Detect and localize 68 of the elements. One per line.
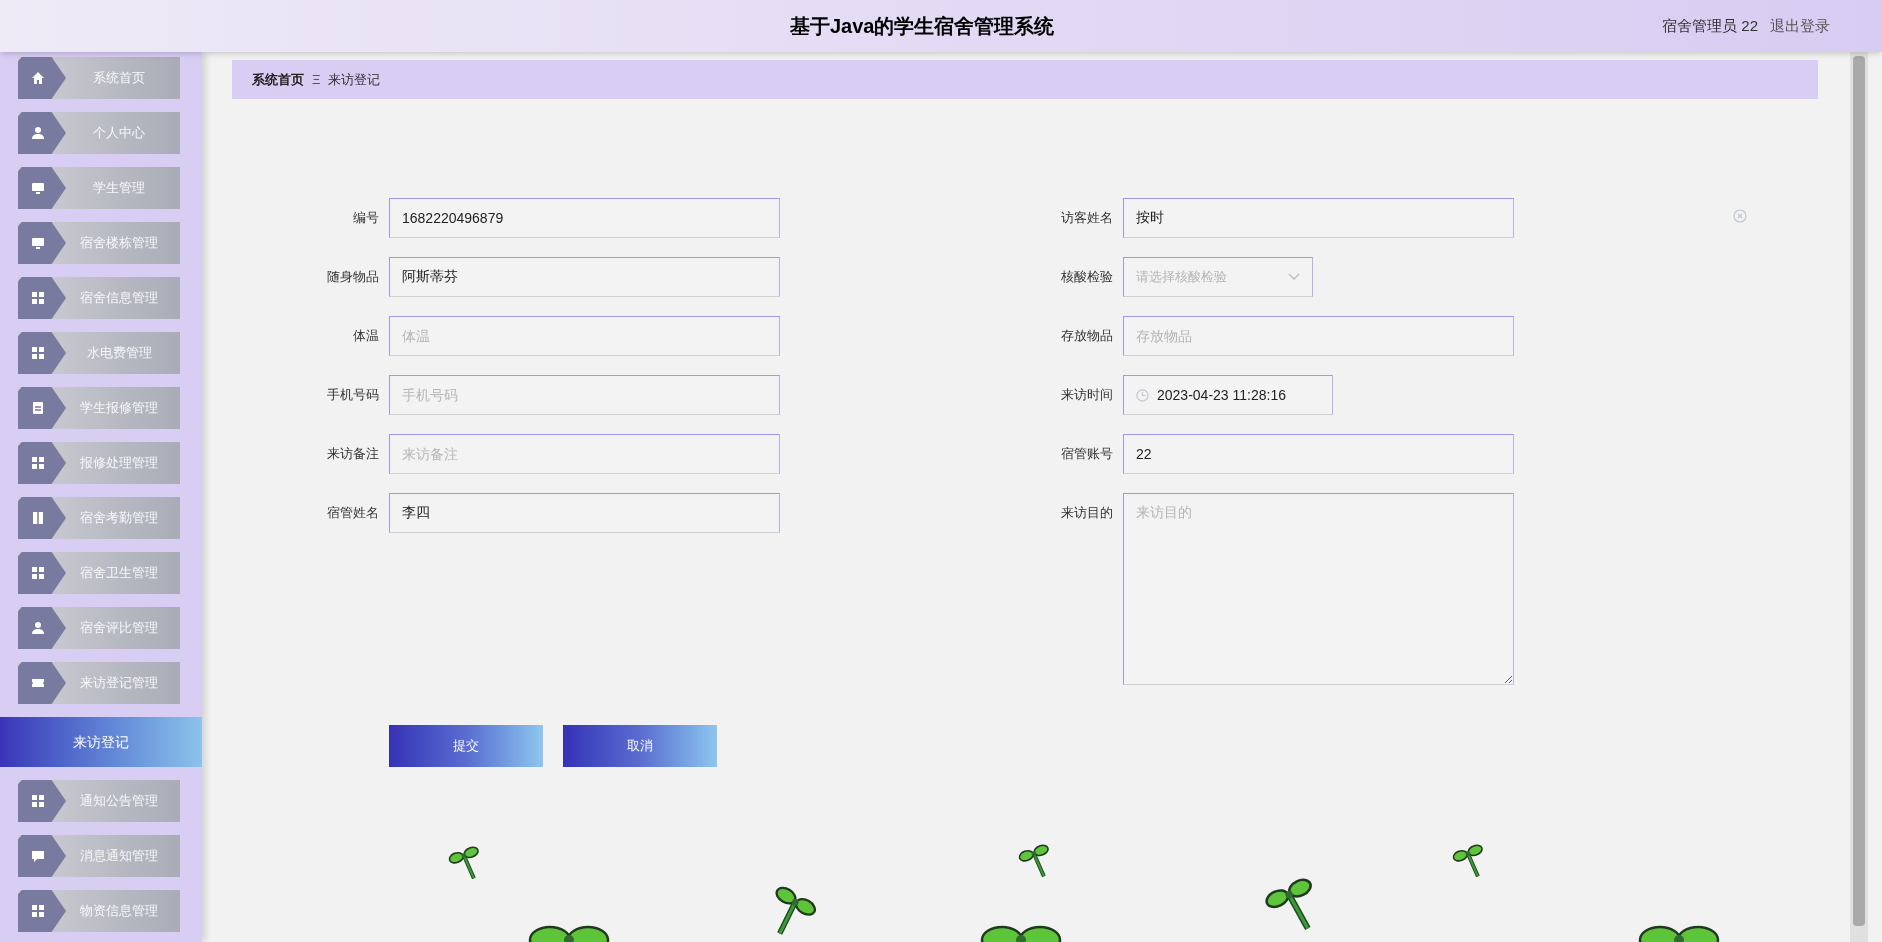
user-icon [30,620,46,636]
sidebar-item[interactable]: 物资信息管理 [18,890,180,932]
input-field[interactable]: 1682220496879 [389,198,780,238]
sidebar-item[interactable]: 报修处理管理 [18,442,180,484]
grid-icon [30,345,46,361]
chevron-down-icon [1288,273,1300,281]
field-label: 来访时间 [1060,386,1114,404]
input-field[interactable]: 手机号码 [389,375,780,415]
field-label: 核酸检验 [1060,268,1114,286]
field-label: 手机号码 [326,386,380,404]
home-icon [30,70,46,86]
grid-icon [30,290,46,306]
breadcrumb-separator: Ξ [312,70,321,89]
field-label: 宿管姓名 [326,504,380,522]
input-field[interactable]: 来访备注 [389,434,780,474]
sidebar-item[interactable]: 学生管理 [18,167,180,209]
propeller-icon [1638,924,1720,942]
grid-icon [30,903,46,919]
monitor-icon [30,180,46,196]
breadcrumb-link[interactable]: 系统首页 [252,69,304,90]
select-field[interactable]: 请选择核酸检验 [1123,257,1313,297]
input-field[interactable]: 存放物品 [1123,316,1514,356]
sidebar-item[interactable]: 来访登记 [0,717,202,767]
monitor-icon [30,235,46,251]
breadcrumb-link[interactable]: 来访登记 [328,69,381,90]
input-field[interactable]: 22 [1123,434,1514,474]
field-label: 来访备注 [326,445,380,463]
text-area[interactable]: 来访目的 [1123,493,1514,685]
user-label: 宿舍管理员 22 [1662,15,1758,36]
sidebar-item[interactable]: 宿舍信息管理 [18,277,180,319]
user-icon [30,125,46,141]
app-title: 基于Java的学生宿舍管理系统 [790,14,1055,39]
clock-icon [1136,388,1149,402]
clear-icon[interactable] [1733,209,1747,223]
sidebar-item[interactable]: 来访登记管理 [18,662,180,704]
input-field[interactable]: 阿斯蒂芬 [389,257,780,297]
form-button[interactable]: 提交 [389,725,543,767]
sidebar-item[interactable]: 消息通知管理 [18,835,180,877]
sidebar-item[interactable]: 水电费管理 [18,332,180,374]
scrollbar-thumb[interactable] [1853,56,1865,926]
sidebar-item[interactable]: 个人中心 [18,112,180,154]
field-label: 访客姓名 [1060,209,1114,227]
date-time-field[interactable]: 2023-04-23 11:28:16 [1123,375,1333,415]
field-label: 存放物品 [1060,327,1114,345]
clipboard-icon [30,400,46,416]
input-field[interactable]: 李四 [389,493,780,533]
logout-link[interactable]: 退出登录 [1770,14,1830,38]
form-button[interactable]: 取消 [563,725,717,767]
grid-icon [30,793,46,809]
field-label: 随身物品 [326,268,380,286]
sidebar-item[interactable]: 系统首页 [18,57,180,99]
field-label: 来访目的 [1060,504,1114,522]
input-field[interactable]: 体温 [389,316,780,356]
sidebar-item[interactable]: 宿舍考勤管理 [18,497,180,539]
sidebar-item[interactable]: 宿舍卫生管理 [18,552,180,594]
field-label: 宿管账号 [1060,445,1114,463]
sidebar-item[interactable]: 宿舍楼栋管理 [18,222,180,264]
field-label: 编号 [352,209,380,227]
chat-bubble-icon [30,848,46,864]
grid-icon [30,565,46,581]
field-label: 体温 [352,327,380,345]
input-field[interactable]: 按时 [1123,198,1514,238]
sidebar-item[interactable]: 通知公告管理 [18,780,180,822]
grid-icon [30,455,46,471]
propeller-icon [980,924,1062,942]
sidebar-item[interactable]: 宿舍评比管理 [18,607,180,649]
propeller-icon [528,924,610,942]
book-icon [30,510,46,526]
